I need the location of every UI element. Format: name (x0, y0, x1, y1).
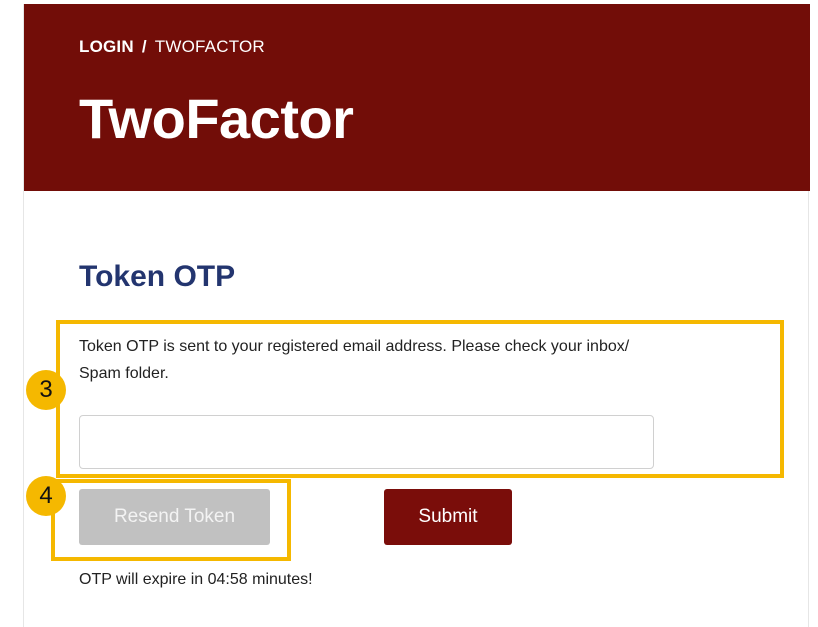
submit-button[interactable]: Submit (384, 489, 512, 545)
breadcrumb: LOGIN / TWOFACTOR (79, 37, 265, 57)
section-title: Token OTP (79, 260, 236, 293)
page-header: LOGIN / TWOFACTOR TwoFactor (24, 4, 810, 191)
breadcrumb-separator: / (141, 37, 147, 56)
annotation-badge-3: 3 (26, 370, 66, 410)
breadcrumb-current: TWOFACTOR (154, 37, 265, 56)
otp-expiry-text: OTP will expire in 04:58 minutes! (79, 571, 313, 588)
page-title: TwoFactor (79, 87, 354, 150)
annotation-badge-4: 4 (26, 476, 66, 516)
breadcrumb-login-link[interactable]: LOGIN (79, 37, 134, 57)
annotation-box-3 (56, 320, 784, 478)
annotation-box-4 (51, 479, 291, 561)
